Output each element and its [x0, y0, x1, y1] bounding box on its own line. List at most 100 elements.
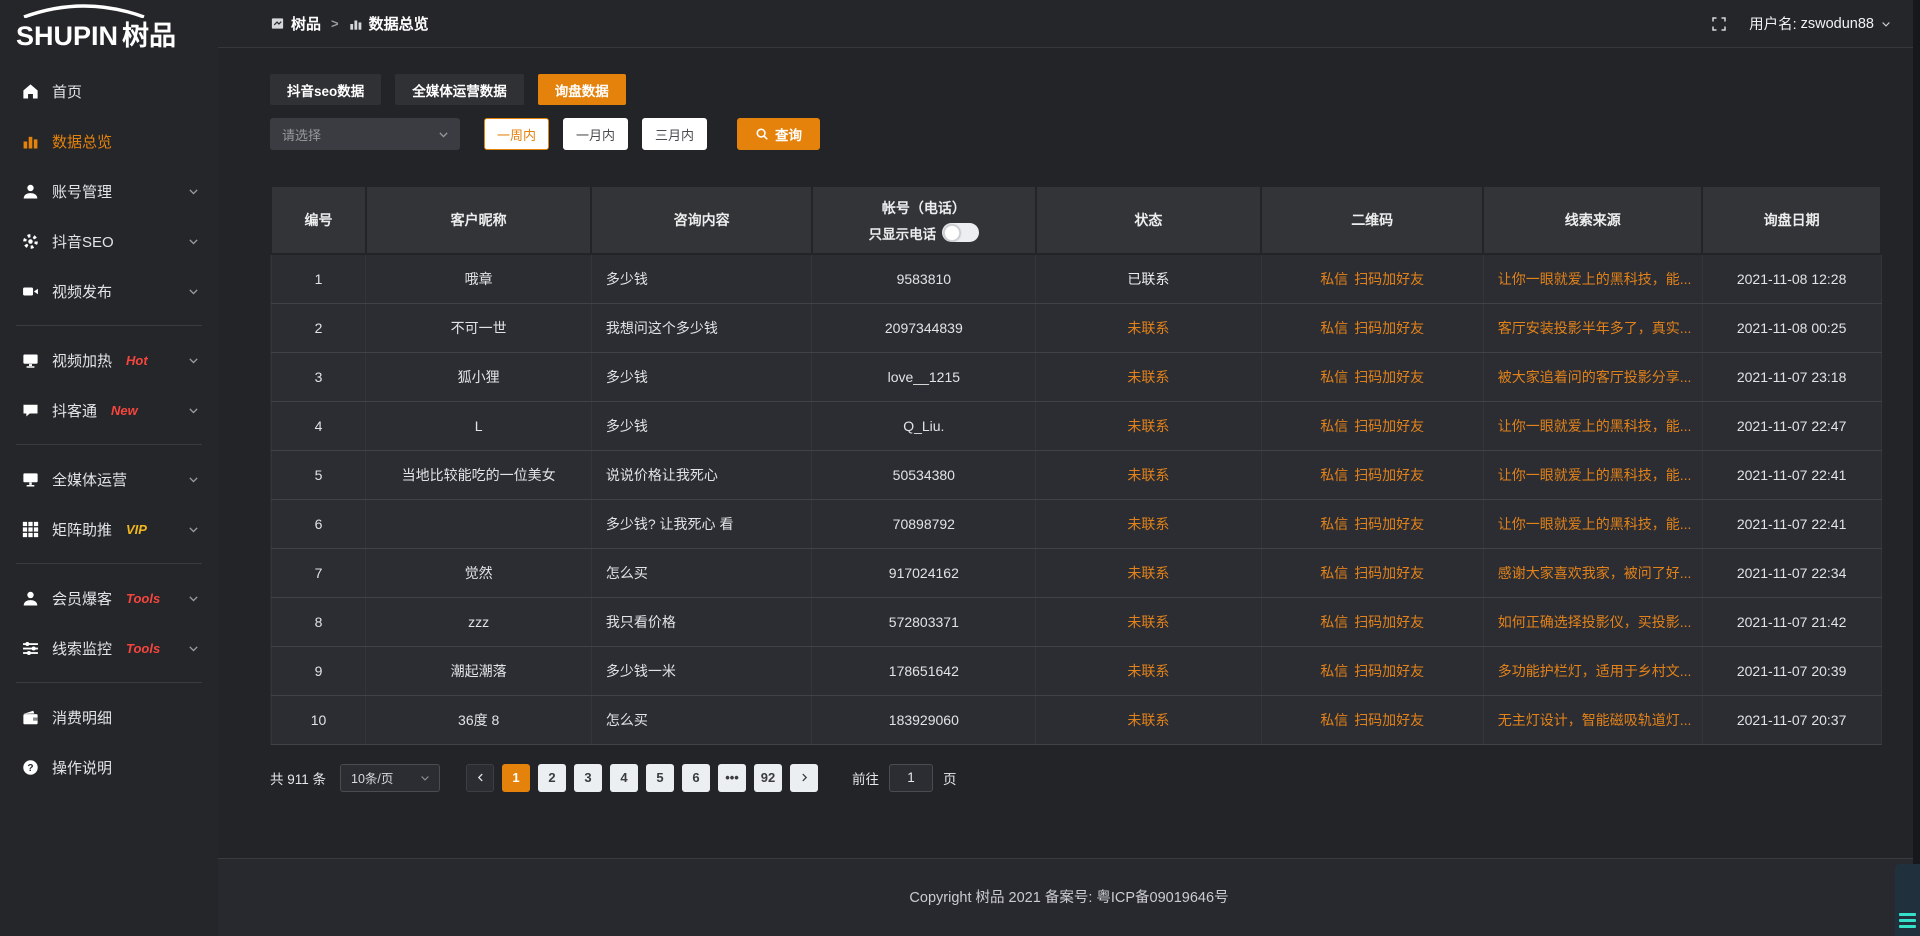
cell-nickname: 当地比较能吃的一位美女 [366, 450, 591, 499]
cell-status: 未联系 [1036, 450, 1261, 499]
page-button-92[interactable]: 92 [754, 764, 782, 792]
sidebar-item-matrix-boost[interactable]: 矩阵助推VIP [0, 504, 218, 554]
query-button-label: 查询 [775, 124, 802, 144]
sidebar-item-member-burst[interactable]: 会员爆客Tools [0, 573, 218, 623]
source-link[interactable]: 客厅安装投影半年多了，真实... [1498, 320, 1692, 336]
sidebar-item-video-publish[interactable]: 视频发布 [0, 266, 218, 316]
sidebar-item-consume-detail[interactable]: 消费明细 [0, 692, 218, 742]
cell-account: 183929060 [812, 695, 1036, 744]
logo-cn: 树品 [122, 23, 176, 50]
source-link[interactable]: 无主灯设计，智能磁吸轨道灯... [1498, 712, 1692, 728]
sidebar-item-home[interactable]: 首页 [0, 66, 218, 116]
fullscreen-icon[interactable] [1711, 16, 1727, 32]
cell-id: 2 [271, 303, 366, 352]
data-tabs: 抖音seo数据全媒体运营数据询盘数据 [270, 74, 1882, 105]
breadcrumb-home[interactable]: 树品 [270, 13, 321, 34]
tab-2[interactable]: 全媒体运营数据 [395, 74, 524, 105]
goto-page-input[interactable]: 1 [889, 764, 933, 792]
floating-widget[interactable] [1895, 864, 1920, 936]
qr-link-2[interactable]: 扫码加好友 [1354, 465, 1424, 485]
logo-latin: SHUPIN [16, 23, 118, 50]
footer: Copyright 树品 2021 备案号: 粤ICP备09019646号 [218, 858, 1920, 936]
bar-chart-icon [349, 17, 363, 31]
qr-link-2[interactable]: 扫码加好友 [1354, 367, 1424, 387]
source-link[interactable]: 让你一眼就爱上的黑科技，能... [1498, 467, 1692, 483]
qr-link-1[interactable]: 私信 [1320, 661, 1348, 681]
cell-nickname [366, 499, 591, 548]
qr-link-2[interactable]: 扫码加好友 [1354, 269, 1424, 289]
scrollbar[interactable] [1913, 0, 1920, 936]
sidebar-item-media-operation[interactable]: 全媒体运营 [0, 454, 218, 504]
range-button-2[interactable]: 一月内 [563, 118, 628, 150]
cell-nickname: zzz [366, 597, 591, 646]
source-link[interactable]: 如何正确选择投影仪，买投影... [1498, 614, 1692, 630]
qr-link-1[interactable]: 私信 [1320, 465, 1348, 485]
qr-link-1[interactable]: 私信 [1320, 563, 1348, 583]
qr-link-1[interactable]: 私信 [1320, 367, 1348, 387]
cell-source: 让你一眼就爱上的黑科技，能... [1483, 499, 1702, 548]
cell-nickname: 36度 8 [366, 695, 591, 744]
page-button-1[interactable]: 1 [502, 764, 530, 792]
range-button-1[interactable]: 一周内 [484, 118, 549, 150]
page-button-2[interactable]: 2 [538, 764, 566, 792]
qr-link-1[interactable]: 私信 [1320, 710, 1348, 730]
page-button-6[interactable]: 6 [682, 764, 710, 792]
table-row: 7觉然怎么买917024162未联系私信扫码加好友感谢大家喜欢我家，被问了好..… [271, 548, 1881, 597]
page-button-3[interactable]: 3 [574, 764, 602, 792]
qr-link-2[interactable]: 扫码加好友 [1354, 612, 1424, 632]
cell-status: 未联系 [1036, 352, 1261, 401]
sidebar-item-douyin-seo[interactable]: 抖音SEO [0, 216, 218, 266]
source-link[interactable]: 感谢大家喜欢我家，被问了好... [1498, 565, 1692, 581]
qr-link-1[interactable]: 私信 [1320, 416, 1348, 436]
qr-link-1[interactable]: 私信 [1320, 612, 1348, 632]
cell-qr: 私信扫码加好友 [1261, 499, 1483, 548]
qr-link-group: 私信扫码加好友 [1320, 416, 1424, 436]
cell-id: 9 [271, 646, 366, 695]
tab-1[interactable]: 抖音seo数据 [270, 74, 381, 105]
tab-3[interactable]: 询盘数据 [538, 74, 626, 105]
sidebar-item-douketong[interactable]: 抖客通New [0, 385, 218, 435]
user-icon [22, 590, 39, 607]
sidebar-item-label: 数据总览 [52, 131, 112, 152]
qr-link-2[interactable]: 扫码加好友 [1354, 514, 1424, 534]
sidebar-item-account-manage[interactable]: 账号管理 [0, 166, 218, 216]
range-button-3[interactable]: 三月内 [642, 118, 707, 150]
source-link[interactable]: 让你一眼就爱上的黑科技，能... [1498, 271, 1692, 287]
source-link[interactable]: 让你一眼就爱上的黑科技，能... [1498, 418, 1692, 434]
sidebar-item-data-overview[interactable]: 数据总览 [0, 116, 218, 166]
source-link[interactable]: 让你一眼就爱上的黑科技，能... [1498, 516, 1692, 532]
cell-date: 2021-11-07 20:39 [1702, 646, 1881, 695]
goto-page: 前往 1 页 [852, 764, 957, 792]
qr-link-1[interactable]: 私信 [1320, 514, 1348, 534]
qr-link-2[interactable]: 扫码加好友 [1354, 563, 1424, 583]
page-ellipsis-button[interactable]: ••• [718, 764, 746, 792]
account-header-label: 帐号（电话） [813, 198, 1035, 218]
page-button-5[interactable]: 5 [646, 764, 674, 792]
source-link[interactable]: 多功能护栏灯，适用于乡村文... [1498, 663, 1692, 679]
source-link[interactable]: 被大家追着问的客厅投影分享... [1498, 369, 1692, 385]
chevron-down-icon [187, 592, 200, 605]
qr-link-2[interactable]: 扫码加好友 [1354, 661, 1424, 681]
query-button[interactable]: 查询 [737, 118, 820, 150]
sidebar-item-video-heat[interactable]: 视频加热Hot [0, 335, 218, 385]
qr-link-2[interactable]: 扫码加好友 [1354, 318, 1424, 338]
breadcrumb-current[interactable]: 数据总览 [349, 13, 429, 34]
prev-page-button[interactable] [466, 764, 494, 792]
logo[interactable]: SHUPIN 树品 [0, 0, 218, 56]
sidebar-item-clue-monitor[interactable]: 线索监控Tools [0, 623, 218, 673]
qr-link-2[interactable]: 扫码加好友 [1354, 416, 1424, 436]
chevron-down-icon [187, 185, 200, 198]
cell-nickname: 潮起潮落 [366, 646, 591, 695]
filter-select[interactable]: 请选择 [270, 118, 460, 150]
qr-link-2[interactable]: 扫码加好友 [1354, 710, 1424, 730]
page-size-select[interactable]: 10条/页 [340, 764, 440, 792]
phone-only-toggle[interactable] [942, 223, 979, 242]
breadcrumb-current-label: 数据总览 [369, 13, 429, 34]
qr-link-1[interactable]: 私信 [1320, 318, 1348, 338]
qr-link-1[interactable]: 私信 [1320, 269, 1348, 289]
page-button-4[interactable]: 4 [610, 764, 638, 792]
user-menu[interactable]: 用户名: zswodun88 [1749, 13, 1892, 34]
next-page-button[interactable] [790, 764, 818, 792]
table-header-row: 编号客户昵称咨询内容帐号（电话）只显示电话状态二维码线索来源询盘日期 [271, 186, 1881, 254]
sidebar-item-operation-guide[interactable]: ?操作说明 [0, 742, 218, 792]
